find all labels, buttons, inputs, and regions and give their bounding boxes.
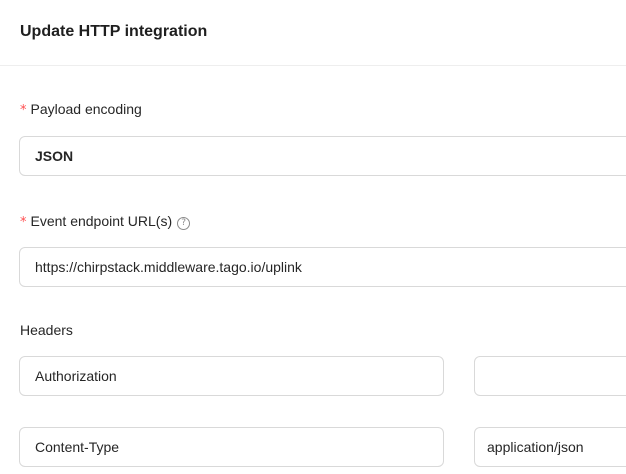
payload-encoding-label-text: Payload encoding bbox=[30, 101, 142, 117]
event-endpoint-label: * Event endpoint URL(s)? bbox=[20, 211, 191, 233]
required-mark: * bbox=[20, 103, 27, 118]
event-endpoint-url-input[interactable]: https://chirpstack.middleware.tago.io/up… bbox=[19, 247, 626, 287]
header-key-value: Content-Type bbox=[35, 439, 120, 455]
page-title: Update HTTP integration bbox=[20, 23, 208, 40]
payload-encoding-select[interactable]: JSON bbox=[19, 136, 626, 176]
header-value-value: application/json bbox=[487, 439, 584, 455]
required-mark: * bbox=[20, 215, 27, 230]
panel-header: Update HTTP integration bbox=[0, 0, 626, 66]
payload-encoding-value: JSON bbox=[35, 148, 74, 164]
header-key-input[interactable]: Authorization bbox=[19, 356, 444, 396]
event-endpoint-label-text: Event endpoint URL(s) bbox=[30, 213, 173, 229]
header-key-input[interactable]: Content-Type bbox=[19, 427, 444, 467]
update-http-integration-panel: Update HTTP integration * Payload encodin… bbox=[0, 0, 626, 474]
header-key-value: Authorization bbox=[35, 368, 117, 384]
header-value-input[interactable] bbox=[474, 356, 626, 396]
payload-encoding-label: * Payload encoding bbox=[20, 99, 142, 121]
header-value-input[interactable]: application/json bbox=[474, 427, 626, 467]
question-circle-icon[interactable]: ? bbox=[177, 217, 191, 230]
headers-label: Headers bbox=[20, 322, 73, 338]
event-endpoint-url-value: https://chirpstack.middleware.tago.io/up… bbox=[35, 259, 302, 275]
